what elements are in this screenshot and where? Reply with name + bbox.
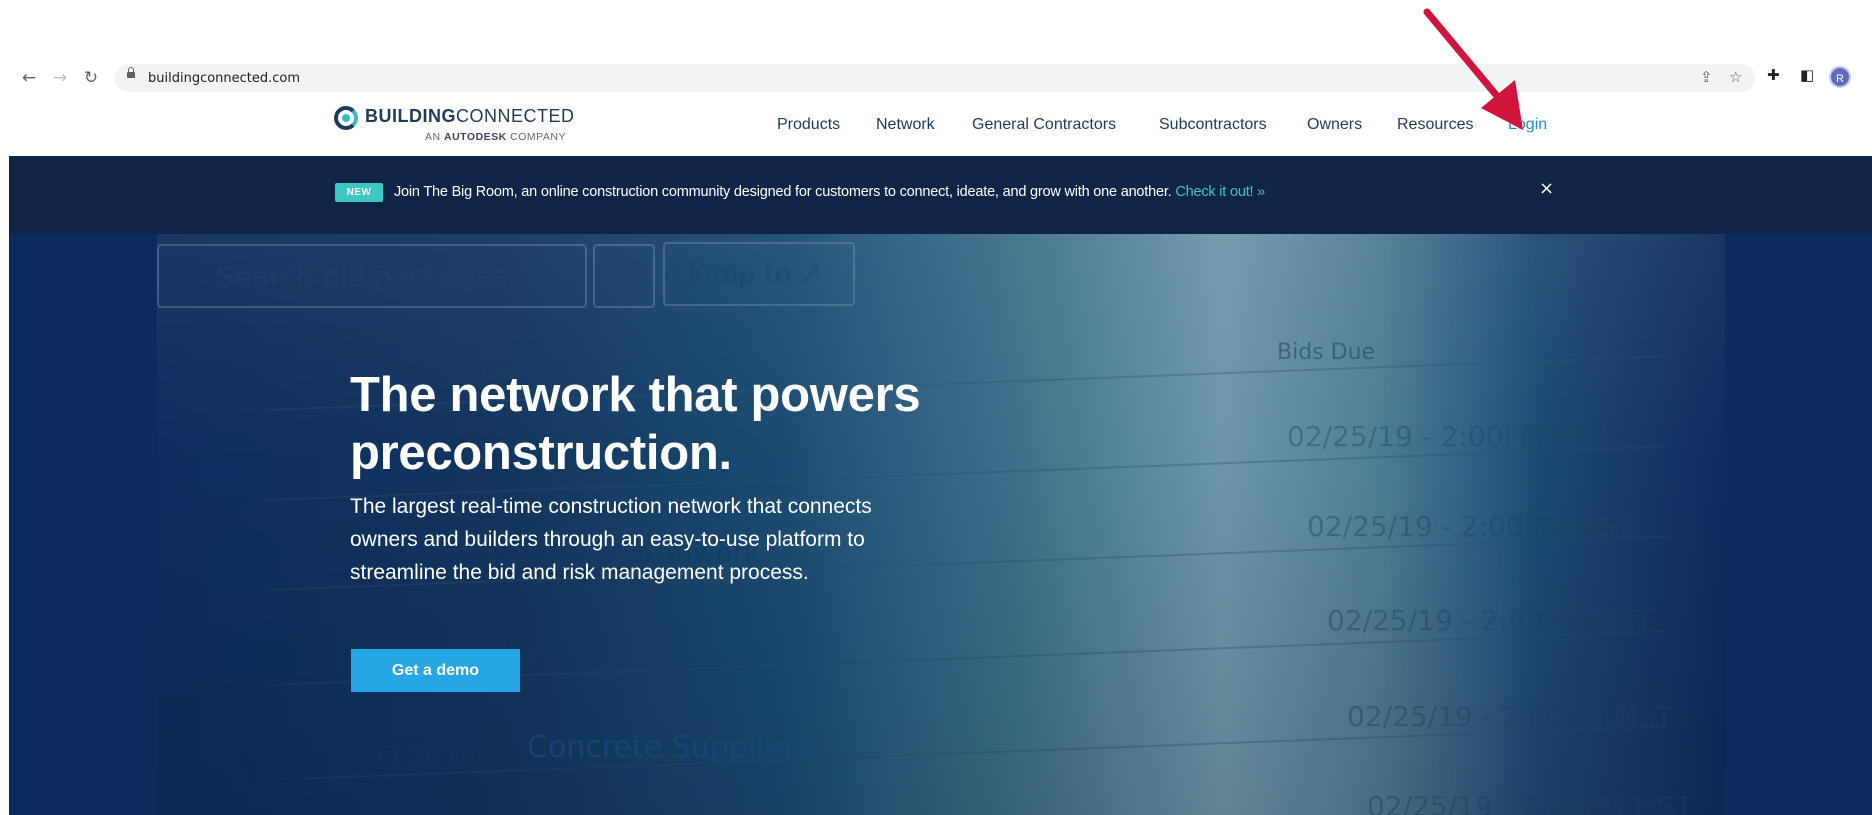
forward-arrow-icon[interactable]: → [49, 67, 71, 89]
bg-jump-box [663, 242, 855, 306]
nav-network[interactable]: Network [876, 116, 935, 134]
bg-magnifier-icon: ⌕ [610, 258, 626, 291]
announcement-banner: NEW Join The Big Room, an online constru… [9, 156, 1872, 234]
banner-link[interactable]: Check it out! » [1175, 184, 1265, 200]
nav-products[interactable]: Products [777, 116, 840, 134]
share-icon[interactable]: ⇪ [1700, 68, 1713, 86]
bg-row-code: 03 30 00 [367, 742, 483, 772]
bg-search-button [593, 244, 655, 308]
site-header: BUILDINGCONNECTED AN AUTODESK COMPANY Pr… [0, 94, 1872, 156]
logo-wordmark: BUILDINGCONNECTED [365, 106, 575, 126]
bg-divider [266, 725, 1667, 781]
bg-row-name: Concrete Suppliers [527, 730, 811, 765]
profile-avatar[interactable]: R [1829, 66, 1851, 88]
new-badge: NEW [335, 183, 383, 202]
bg-avatar [197, 434, 267, 504]
bg-col-bids: Bids Due [1277, 340, 1376, 365]
close-icon[interactable]: × [1539, 178, 1554, 199]
bg-avatar [227, 624, 297, 694]
get-a-demo-button[interactable]: Get a demo [351, 649, 520, 692]
nav-subcontractors[interactable]: Subcontractors [1159, 116, 1267, 134]
bg-row-due: 02/25/19 - 2:00PM MST [1347, 700, 1673, 733]
bg-avatar [212, 529, 282, 599]
browser-toolbar: ← → ↻ buildingconnected.com ⇪ ☆ [0, 62, 1872, 94]
bg-row-due: 02/25/19 - 2:00PM MST [1307, 510, 1633, 543]
reload-icon[interactable]: ↻ [80, 67, 102, 89]
side-panel-icon[interactable]: ◧ [1800, 66, 1814, 84]
extensions-puzzle-icon[interactable]: ✚ [1767, 66, 1780, 84]
bg-row-due: 02/25/19 - 2:00PM MST [1367, 790, 1693, 815]
nav-owners[interactable]: Owners [1307, 116, 1362, 134]
bg-row-due: 02/25/19 - 2:00PM MST [1327, 604, 1653, 637]
lock-icon [127, 67, 135, 78]
hero-subtitle: The largest real-time construction netwo… [350, 495, 872, 584]
back-arrow-icon[interactable]: ← [18, 67, 40, 89]
hero-title: The network that powers preconstruction. [350, 368, 921, 480]
annotation-arrow-icon [1423, 8, 1523, 130]
banner-message: Join The Big Room, an online constructio… [394, 184, 1266, 200]
page: ← → ↻ buildingconnected.com ⇪ ☆ ✚ ◧ R BU… [0, 0, 1872, 815]
bookmark-star-icon[interactable]: ☆ [1729, 68, 1742, 86]
nav-general-contractors[interactable]: General Contractors [972, 116, 1116, 134]
logo-tagline: AN AUTODESK COMPANY [425, 131, 566, 143]
bg-avatar [242, 724, 312, 794]
buildingconnected-logo-icon [334, 106, 358, 130]
bg-jump-text: Jump to ↗ [687, 258, 823, 289]
bg-search-box [157, 244, 587, 308]
bg-search-text: Search bid packages... [217, 260, 534, 293]
hero-section: Search bid packages... ⌕ Jump to ↗ Name … [9, 234, 1872, 815]
bg-row-due: 02/25/19 - 2:00PM MST [1287, 420, 1613, 453]
url-text[interactable]: buildingconnected.com [148, 71, 300, 86]
